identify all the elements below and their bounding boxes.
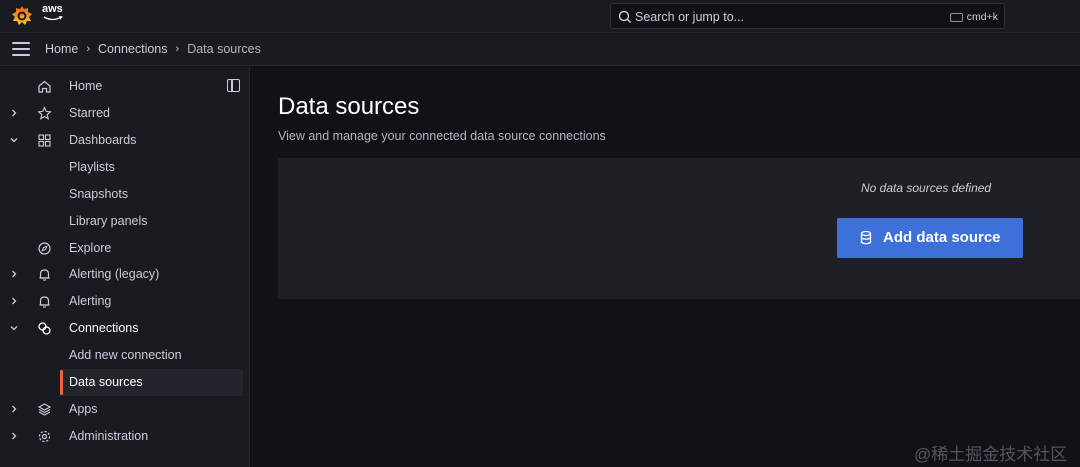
breadcrumb-bar: Home › Connections › Data sources: [0, 33, 1080, 66]
sidebar-item-label: Add new connection: [69, 348, 182, 362]
bell-icon: [39, 296, 50, 308]
sidebar-item-alerting[interactable]: Alerting: [0, 288, 245, 315]
aws-logo-text: aws: [42, 3, 63, 15]
chevron-down-icon[interactable]: [9, 135, 19, 145]
breadcrumb-data-sources: Data sources: [187, 42, 261, 56]
chevron-right-icon[interactable]: [9, 404, 19, 414]
star-icon: [37, 106, 52, 120]
sidebar-item-label: Library panels: [69, 214, 148, 228]
chevron-right-icon[interactable]: [9, 108, 19, 118]
add-data-source-button[interactable]: Add data source: [837, 218, 1023, 258]
sidebar-item-label: Alerting (legacy): [69, 267, 160, 281]
aws-logo: aws: [42, 4, 66, 24]
sidebar-item-label: Administration: [69, 429, 149, 443]
compass-icon: [38, 242, 51, 255]
sidebar-item-label: Dashboards: [69, 133, 137, 147]
shortcut-text: cmd+k: [966, 11, 998, 23]
sidebar-item-label: Explore: [69, 241, 112, 255]
sidebar-item-starred[interactable]: Starred: [0, 100, 245, 127]
sidebar-item-apps[interactable]: Apps: [0, 396, 245, 423]
sidebar-item-snapshots[interactable]: Snapshots: [0, 181, 245, 208]
sidebar-item-label: Data sources: [69, 375, 143, 389]
sidebar: Home Starred Dashboards Playlists Snapsh…: [0, 67, 250, 467]
sidebar-item-label: Connections: [69, 321, 139, 335]
shortcut-hint: cmd+k: [949, 11, 998, 23]
chevron-right-icon: ›: [175, 43, 180, 55]
sidebar-item-label: Playlists: [69, 160, 115, 174]
add-data-source-label: Add data source: [883, 229, 1001, 246]
layers-icon: [37, 403, 52, 416]
connections-icon: [38, 322, 51, 335]
menu-toggle-icon[interactable]: [12, 42, 30, 56]
breadcrumb-connections[interactable]: Connections: [98, 42, 168, 56]
breadcrumb-home[interactable]: Home: [45, 42, 78, 56]
sidebar-item-label: Home: [69, 79, 103, 93]
sidebar-item-dashboards[interactable]: Dashboards: [0, 127, 245, 154]
sidebar-item-label: Starred: [69, 106, 110, 120]
database-icon: [860, 230, 872, 245]
sidebar-item-administration[interactable]: Administration: [0, 423, 245, 450]
cog-icon: [38, 430, 51, 443]
keyboard-icon: [949, 12, 963, 22]
sidebar-item-label: Snapshots: [69, 187, 129, 201]
top-bar: aws Search or jump to... cmd+k: [0, 0, 1080, 33]
sidebar-item-connections[interactable]: Connections: [0, 315, 245, 342]
sidebar-item-library-panels[interactable]: Library panels: [0, 208, 245, 235]
apps-icon: [38, 134, 51, 147]
chevron-right-icon[interactable]: [9, 296, 19, 306]
empty-state-text: No data sources defined: [861, 181, 992, 195]
bell-icon: [39, 269, 50, 281]
search-input[interactable]: Search or jump to... cmd+k: [610, 3, 1005, 29]
chevron-right-icon[interactable]: [9, 269, 19, 279]
sidebar-item-label: Alerting: [69, 294, 112, 308]
grafana-logo-icon[interactable]: [11, 5, 33, 27]
breadcrumb: Home › Connections › Data sources: [45, 42, 261, 56]
sidebar-item-label: Apps: [69, 402, 98, 416]
watermark: @稀土掘金技术社区: [914, 445, 1068, 464]
home-icon: [38, 80, 51, 93]
sidebar-item-explore[interactable]: Explore: [0, 235, 245, 262]
search-icon: [618, 10, 631, 23]
aws-smile-icon: [43, 16, 63, 21]
sidebar-item-alerting-legacy[interactable]: Alerting (legacy): [0, 261, 245, 288]
sidebar-item-add-new-connection[interactable]: Add new connection: [0, 342, 245, 369]
chevron-right-icon: ›: [86, 43, 91, 55]
active-indicator: [60, 370, 63, 395]
page-title: Data sources: [278, 93, 420, 120]
chevron-down-icon[interactable]: [9, 323, 19, 333]
sidebar-item-data-sources[interactable]: Data sources: [60, 369, 243, 396]
search-placeholder: Search or jump to...: [635, 10, 745, 24]
sidebar-item-playlists[interactable]: Playlists: [0, 154, 245, 181]
chevron-right-icon[interactable]: [9, 431, 19, 441]
page-subtitle: View and manage your connected data sour…: [278, 129, 606, 143]
sidebar-item-home[interactable]: Home: [0, 73, 245, 100]
